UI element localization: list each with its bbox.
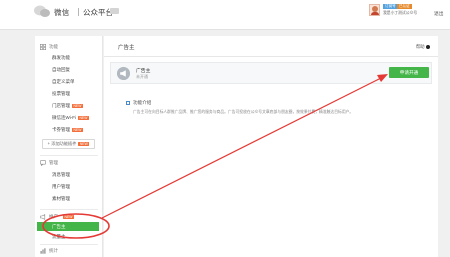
highlight-ellipse	[42, 213, 110, 239]
annotation-arrow-shaft	[101, 77, 382, 219]
annotation-overlay	[42, 74, 388, 239]
annotation-arrow-head	[377, 74, 388, 82]
